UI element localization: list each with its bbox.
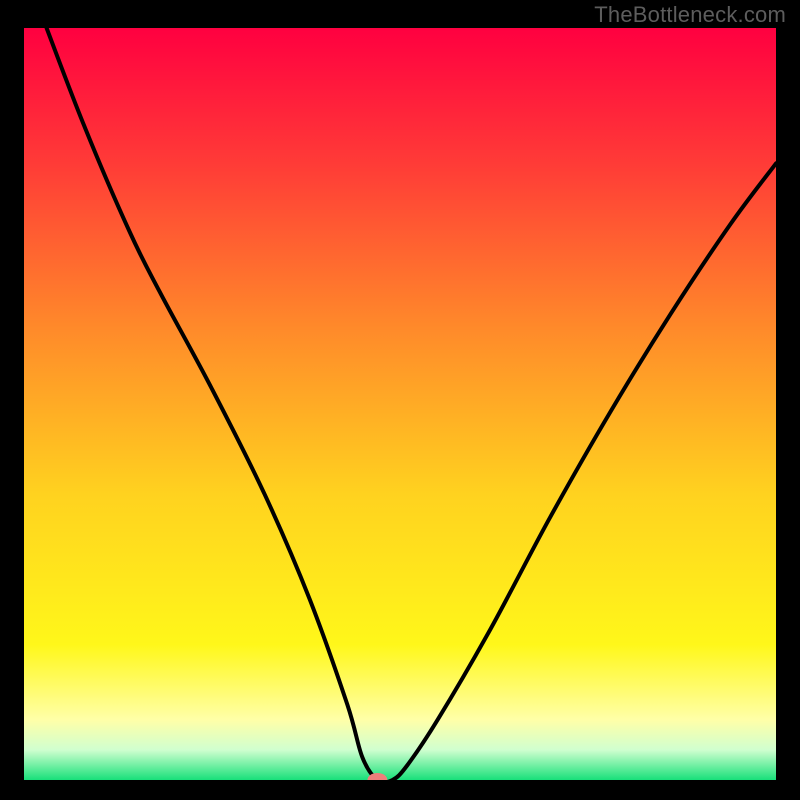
bottleneck-chart [24,28,776,780]
chart-frame: TheBottleneck.com [0,0,800,800]
watermark-text: TheBottleneck.com [594,2,786,28]
gradient-area [24,28,776,780]
